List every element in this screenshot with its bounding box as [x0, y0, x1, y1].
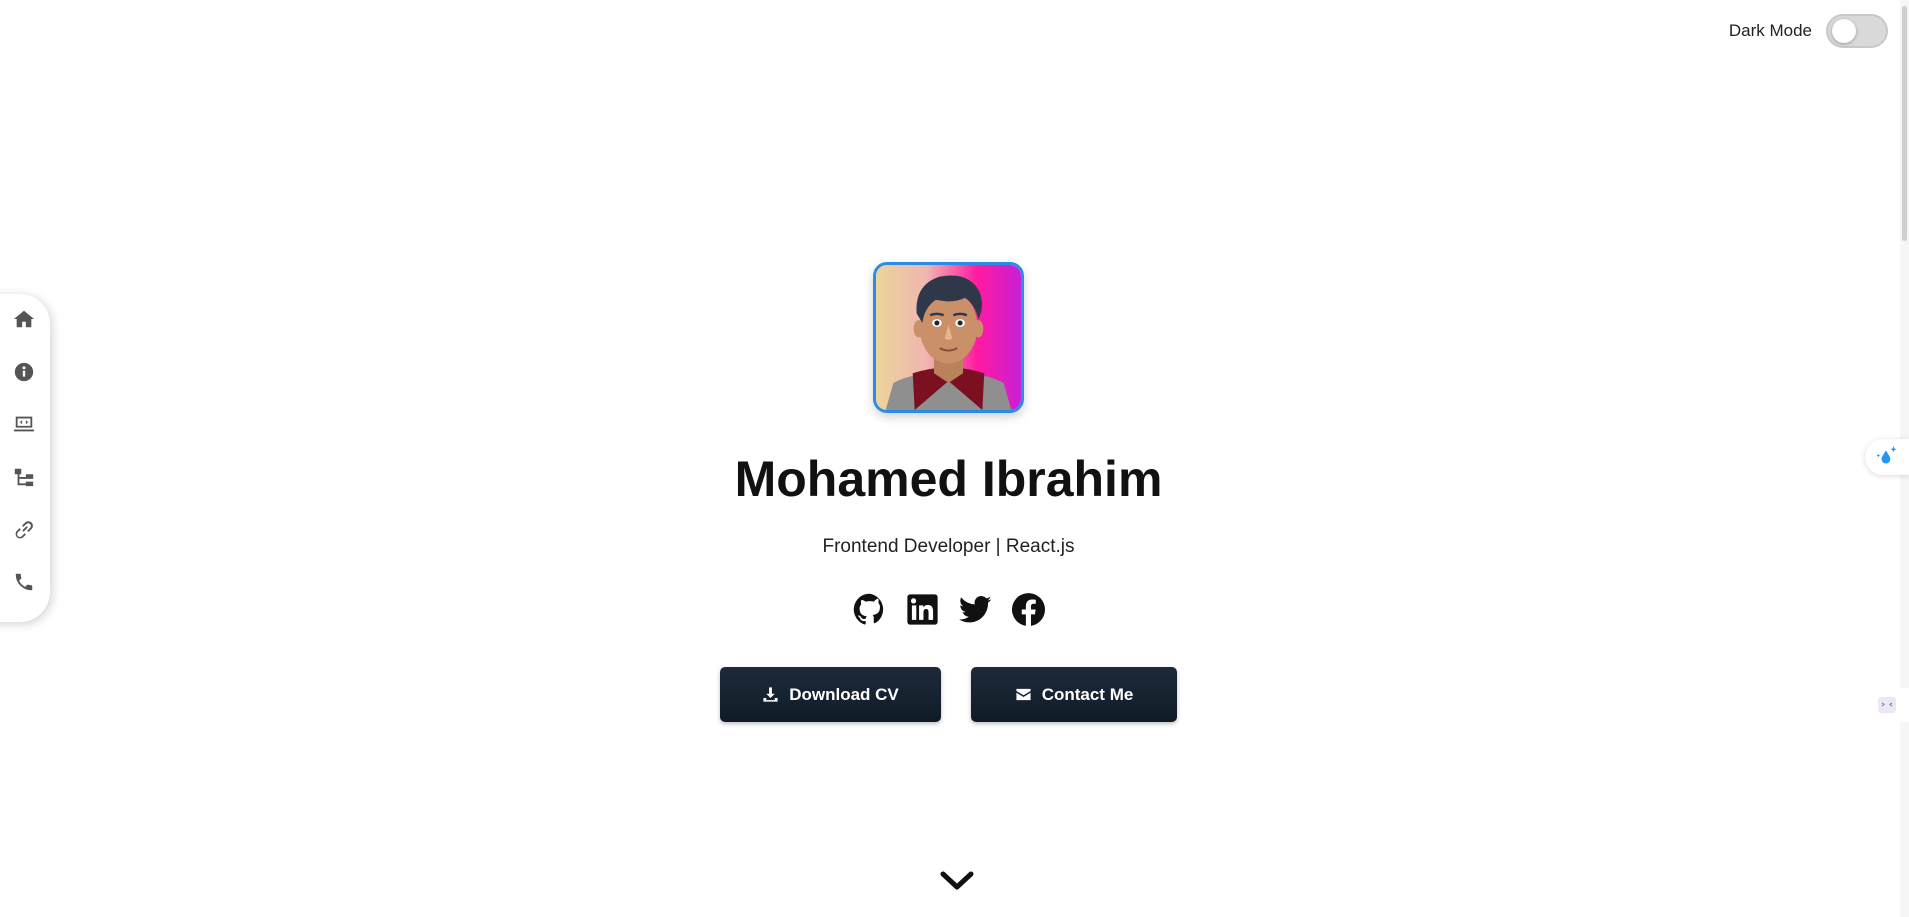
dark-mode-toggle[interactable]: Dark Mode	[1729, 14, 1888, 48]
download-cv-label: Download CV	[789, 684, 899, 704]
linkedin-icon	[906, 594, 938, 625]
chevron-down-icon	[940, 871, 974, 890]
contact-me-button[interactable]: Contact Me	[971, 667, 1177, 722]
github-link[interactable]	[853, 593, 886, 626]
scrollbar-thumb[interactable]	[1902, 6, 1907, 241]
github-icon	[853, 593, 883, 625]
scroll-down-button[interactable]	[940, 868, 974, 892]
hero-section: Mohamed Ibrahim Frontend Developer | Rea…	[0, 262, 1909, 722]
dark-mode-switch[interactable]	[1826, 14, 1888, 48]
switch-knob	[1832, 19, 1856, 43]
facebook-icon	[1011, 593, 1045, 626]
profile-name: Mohamed Ibrahim	[734, 451, 1163, 507]
twitter-link[interactable]	[958, 593, 992, 626]
linkedin-link[interactable]	[906, 593, 939, 626]
avatar-illustration	[876, 265, 1021, 410]
social-links	[853, 593, 1045, 626]
hero-actions: Download CV Contact Me	[720, 667, 1177, 722]
twitter-icon	[958, 595, 991, 623]
contact-me-label: Contact Me	[1041, 684, 1134, 704]
download-cv-button[interactable]: Download CV	[720, 667, 941, 722]
dark-mode-label: Dark Mode	[1728, 21, 1812, 40]
profile-tagline: Frontend Developer | React.js	[822, 536, 1075, 557]
avatar	[873, 262, 1024, 413]
envelope-icon	[1016, 688, 1031, 701]
facebook-link[interactable]	[1011, 593, 1045, 626]
download-icon	[763, 687, 778, 702]
